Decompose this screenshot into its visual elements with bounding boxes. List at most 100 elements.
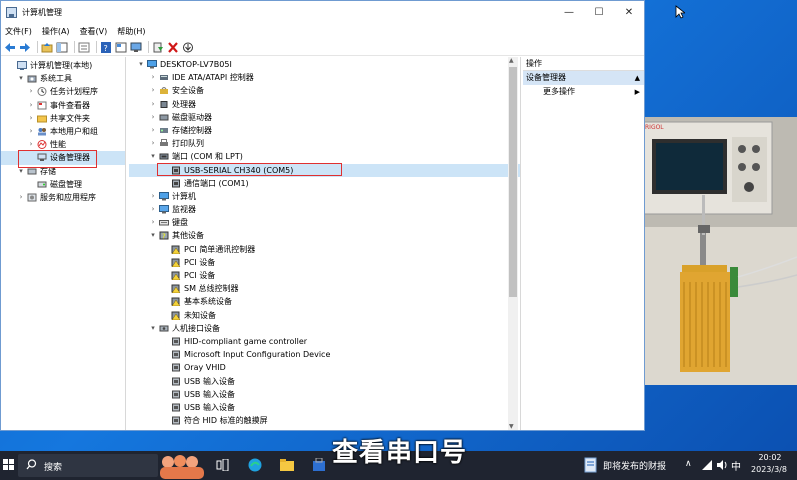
news-widget-label[interactable]: 即将发布的财报 [603,459,666,472]
nav-tree-item-0[interactable]: 计算机管理(本地) [1,59,125,72]
close-button[interactable]: ✕ [614,1,644,24]
expand-chevron-icon[interactable]: › [149,111,157,124]
nav-tree-item-4[interactable]: › 共享文件夹 [1,112,125,125]
device-tree-item-20[interactable]: ▾ 人机接口设备 [129,322,520,335]
collapse-chevron-icon[interactable]: ▾ [17,72,25,85]
maximize-button[interactable]: ☐ [584,1,614,24]
device-tree-item-5[interactable]: › 存储控制器 [129,124,520,137]
device-tree-item-22[interactable]: Microsoft Input Configuration Device [129,348,520,361]
scrollbar-thumb[interactable] [509,67,517,297]
tray-expand-icon[interactable]: ∧ [685,459,692,469]
device-tree-item-23[interactable]: Oray VHID [129,361,520,374]
nav-tree-item-1[interactable]: ▾ 系统工具 [1,72,125,85]
device-tree-item-21[interactable]: HID-compliant game controller [129,335,520,348]
device-tree-item-18[interactable]: 基本系统设备 [129,295,520,308]
windows-start-icon[interactable] [3,459,15,473]
device-tree-item-11[interactable]: › 监视器 [129,203,520,216]
collapse-triangle-icon[interactable]: ▲ [635,71,640,85]
device-tree-item-27[interactable]: 符合 HID 标准的触摸屏 [129,414,520,427]
scan-download-icon[interactable] [182,42,194,53]
up-folder-icon[interactable] [41,42,53,53]
device-tree-item-24[interactable]: USB 输入设备 [129,375,520,388]
news-widget-icon[interactable] [584,457,598,475]
device-tree-item-15[interactable]: PCI 设备 [129,256,520,269]
scroll-down-arrow-icon[interactable]: ▼ [509,423,514,430]
nav-tree-item-5[interactable]: › 本地用户和组 [1,125,125,138]
window-title: 计算机管理 [22,8,62,17]
device-tree-item-1[interactable]: › IDE ATA/ATAPI 控制器 [129,71,520,84]
expand-chevron-icon[interactable]: › [149,124,157,137]
device-tree-item-16[interactable]: PCI 设备 [129,269,520,282]
expand-chevron-icon[interactable]: › [27,112,35,125]
nav-tree-item-10[interactable]: › 服务和应用程序 [1,191,125,204]
expand-chevron-icon[interactable]: › [149,84,157,97]
file-explorer-icon[interactable] [280,459,294,473]
device-tree-item-7[interactable]: ▾ 端口 (COM 和 LPT) [129,150,520,163]
device-tree-item-9[interactable]: 通信端口 (COM1) [129,177,520,190]
device-tree-item-14[interactable]: PCI 简单通讯控制器 [129,243,520,256]
device-tree-item-19[interactable]: 未知设备 [129,309,520,322]
expand-chevron-icon[interactable]: › [149,71,157,84]
actions-device-manager[interactable]: 设备管理器 ▲ [523,71,644,85]
device-tree-item-12[interactable]: › 键盘 [129,216,520,229]
monitor-icon[interactable] [130,42,142,53]
menu-help[interactable]: 帮助(H) [117,26,145,37]
performance-icon [37,140,47,150]
forward-arrow-icon[interactable] [19,42,31,53]
scroll-up-arrow-icon[interactable]: ▲ [509,57,514,64]
expand-chevron-icon[interactable]: › [149,98,157,111]
properties-icon[interactable] [78,42,90,53]
device-tree-item-26[interactable]: USB 输入设备 [129,401,520,414]
nav-tree-item-3[interactable]: › 事件查看器 [1,99,125,112]
device-tree-item-2[interactable]: › 安全设备 [129,84,520,97]
view-icon[interactable] [115,42,127,53]
help-icon[interactable]: ? [100,41,112,53]
device-tree-item-label: 磁盘驱动器 [172,112,212,122]
device-tree-scrollbar[interactable]: ▲ ▼ [508,57,518,430]
expand-chevron-icon[interactable]: › [27,125,35,138]
expand-chevron-icon[interactable]: › [27,99,35,112]
expand-chevron-icon[interactable]: › [149,203,157,216]
menu-file[interactable]: 文件(F) [5,26,32,37]
expand-chevron-icon[interactable]: › [17,191,25,204]
collapse-chevron-icon[interactable]: ▾ [149,150,157,163]
device-tree-item-17[interactable]: SM 总线控制器 [129,282,520,295]
back-arrow-icon[interactable] [4,42,16,53]
search-highlight-people-icon[interactable] [156,452,208,480]
store-icon[interactable] [312,457,326,473]
device-tree-item-label: 安全设备 [172,86,204,96]
uninstall-x-icon[interactable] [167,41,179,53]
menu-action[interactable]: 操作(A) [42,26,70,37]
taskbar-search-box[interactable]: 搜索 [18,454,158,477]
clock-time[interactable]: 20:02 [752,453,788,462]
expand-chevron-icon[interactable]: › [149,190,157,203]
collapse-chevron-icon[interactable]: ▾ [149,322,157,335]
ime-indicator[interactable]: 中 [731,458,741,473]
nav-tree-item-2[interactable]: › 任务计划程序 [1,85,125,98]
volume-icon[interactable] [716,459,728,473]
network-icon[interactable] [701,459,713,473]
nav-tree-item-9[interactable]: 磁盘管理 [1,178,125,191]
nav-tree-item-label: 磁盘管理 [50,179,82,189]
show-hide-tree-icon[interactable] [56,42,68,53]
collapse-chevron-icon[interactable]: ▾ [137,58,145,71]
device-tree-item-4[interactable]: › 磁盘驱动器 [129,111,520,124]
device-tree-item-10[interactable]: › 计算机 [129,190,520,203]
task-view-icon[interactable] [216,458,229,473]
device-tree-item-25[interactable]: USB 输入设备 [129,388,520,401]
minimize-button[interactable]: — [554,1,584,24]
submenu-arrow-icon: ▶ [634,88,640,96]
collapse-chevron-icon[interactable]: ▾ [149,229,157,242]
expand-chevron-icon[interactable]: › [27,85,35,98]
edge-browser-icon[interactable] [248,458,262,474]
device-tree-item-0[interactable]: ▾ DESKTOP-LV7B05I [129,58,520,71]
expand-chevron-icon[interactable]: › [149,216,157,229]
more-actions-item[interactable]: 更多操作 ▶ [523,85,644,99]
device-tree-item-3[interactable]: › 处理器 [129,98,520,111]
update-driver-icon[interactable] [152,42,164,53]
clock-date[interactable]: 2023/3/8 [747,465,791,474]
device-tree-item-6[interactable]: › 打印队列 [129,137,520,150]
menu-view[interactable]: 查看(V) [80,26,108,37]
expand-chevron-icon[interactable]: › [149,137,157,150]
device-tree-item-13[interactable]: ▾? 其他设备 [129,229,520,242]
